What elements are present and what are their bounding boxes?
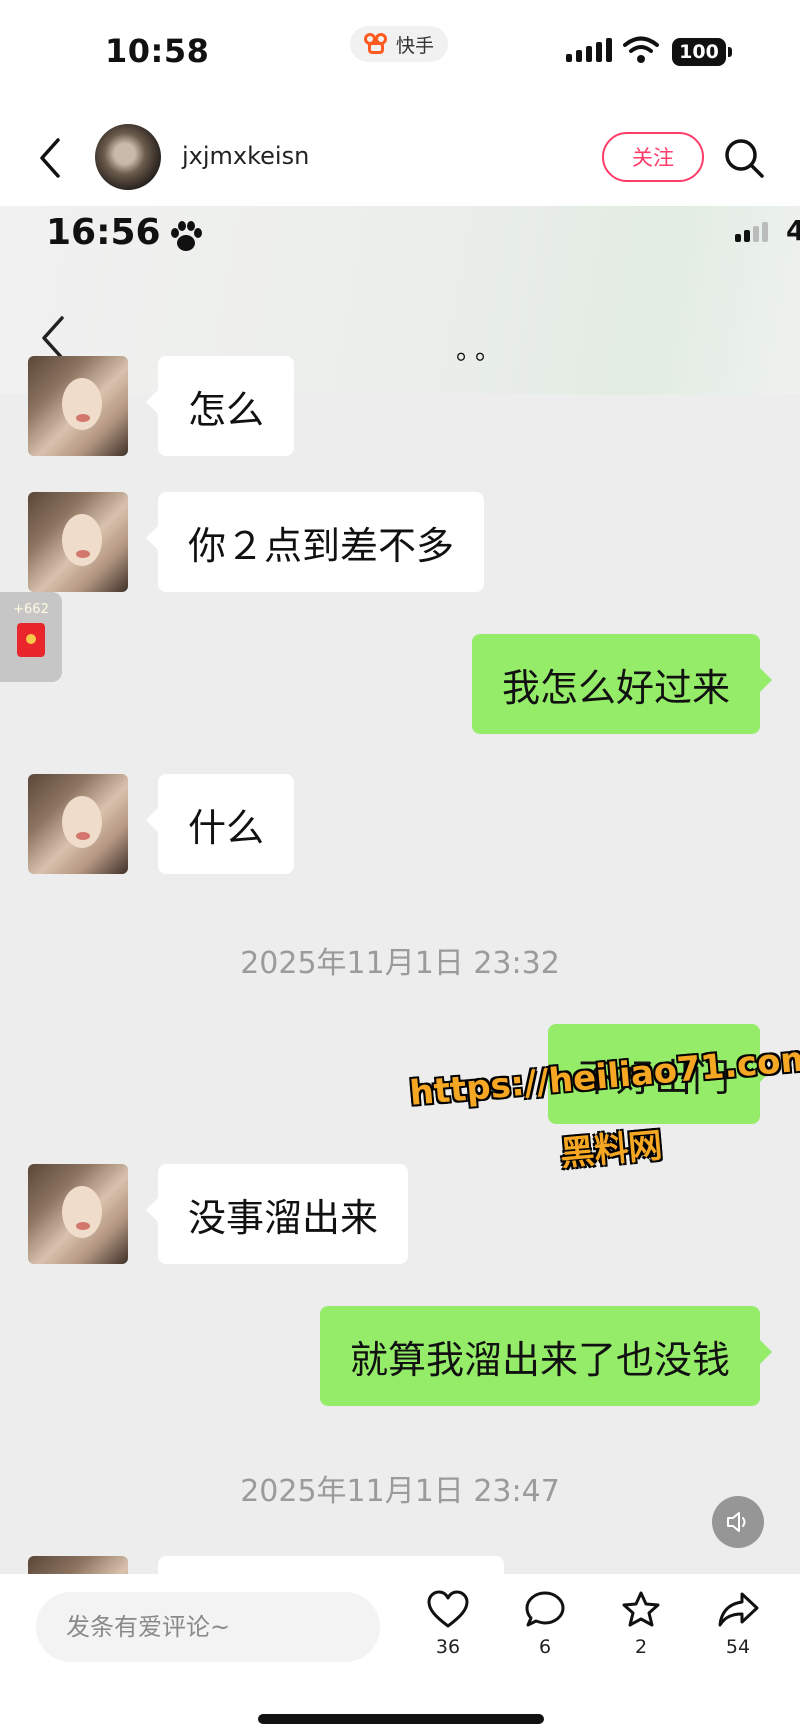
inner-signal-icon — [735, 222, 768, 242]
message-bubble-right: 就算我溜出来了也没钱 — [319, 1306, 773, 1406]
chat-timestamp: 2025年11月1日 23:32 — [240, 946, 560, 981]
comment-input[interactable] — [36, 1592, 380, 1662]
kuaishou-logo-icon — [364, 33, 390, 55]
follow-button[interactable]: 关注 — [602, 132, 704, 182]
status-time: 10:58 — [105, 32, 210, 70]
back-button[interactable] — [30, 134, 70, 182]
message-bubble-left: 什么 — [145, 774, 295, 874]
red-packet-icon — [17, 623, 45, 657]
message-bubble-right: 我怎么好过来 — [471, 634, 773, 734]
battery-icon: 100 — [672, 38, 732, 66]
contact-avatar — [28, 356, 128, 456]
app-name: 快手 — [396, 34, 435, 57]
wifi-icon — [623, 36, 659, 63]
post-header: jxjmxkeisn 关注 — [0, 110, 800, 206]
reward-count: +662 — [13, 602, 49, 617]
sound-toggle-button[interactable] — [712, 1496, 764, 1548]
chevron-left-icon — [42, 316, 64, 360]
chat-title: 。。 — [456, 336, 508, 366]
comment-bubble-icon — [525, 1591, 565, 1627]
contact-avatar — [28, 1556, 128, 1574]
message-bubble-left-partial — [158, 1556, 504, 1574]
post-image[interactable]: 16:56 4 。。 怎么 你２点到差不多 我怎么好过来 什么 2025年11月… — [0, 206, 800, 1574]
inner-network-label: 4 — [786, 214, 800, 247]
comment-button[interactable]: 6 — [510, 1590, 580, 1658]
heart-icon — [427, 1590, 469, 1628]
contact-avatar — [28, 1164, 128, 1264]
share-button[interactable]: 54 — [703, 1590, 773, 1658]
search-icon[interactable] — [722, 136, 766, 180]
like-count: 36 — [435, 1636, 461, 1658]
message-bubble-left: 你２点到差不多 — [145, 492, 485, 592]
app-indicator-pill[interactable]: 快手 — [350, 26, 449, 62]
message-bubble-left: 没事溜出来 — [145, 1164, 409, 1264]
contact-avatar — [28, 492, 128, 592]
red-packet-reward[interactable]: +662 — [0, 592, 62, 682]
favorite-count: 2 — [634, 1636, 648, 1658]
message-bubble-left: 怎么 — [145, 356, 295, 456]
contact-avatar — [28, 774, 128, 874]
share-count: 54 — [725, 1636, 751, 1658]
cellular-signal-icon — [566, 38, 612, 62]
paw-icon — [171, 221, 202, 251]
inner-status-time: 16:56 — [46, 212, 161, 253]
chevron-left-icon — [40, 138, 60, 178]
favorite-button[interactable]: 2 — [606, 1590, 676, 1658]
speaker-muted-icon — [727, 1512, 746, 1532]
comment-count: 6 — [538, 1636, 552, 1658]
home-indicator[interactable] — [258, 1714, 544, 1724]
author-avatar[interactable] — [95, 124, 161, 190]
author-username[interactable]: jxjmxkeisn — [182, 142, 309, 170]
chat-timestamp: 2025年11月1日 23:47 — [240, 1474, 560, 1509]
watermark-site-name: 黑料网 — [558, 1125, 664, 1175]
star-icon — [622, 1591, 660, 1627]
status-bar: 10:58 快手 100 — [0, 0, 800, 110]
share-arrow-icon — [718, 1592, 759, 1627]
like-button[interactable]: 36 — [413, 1590, 483, 1658]
bottom-action-bar: 36 6 2 54 — [0, 1574, 800, 1736]
